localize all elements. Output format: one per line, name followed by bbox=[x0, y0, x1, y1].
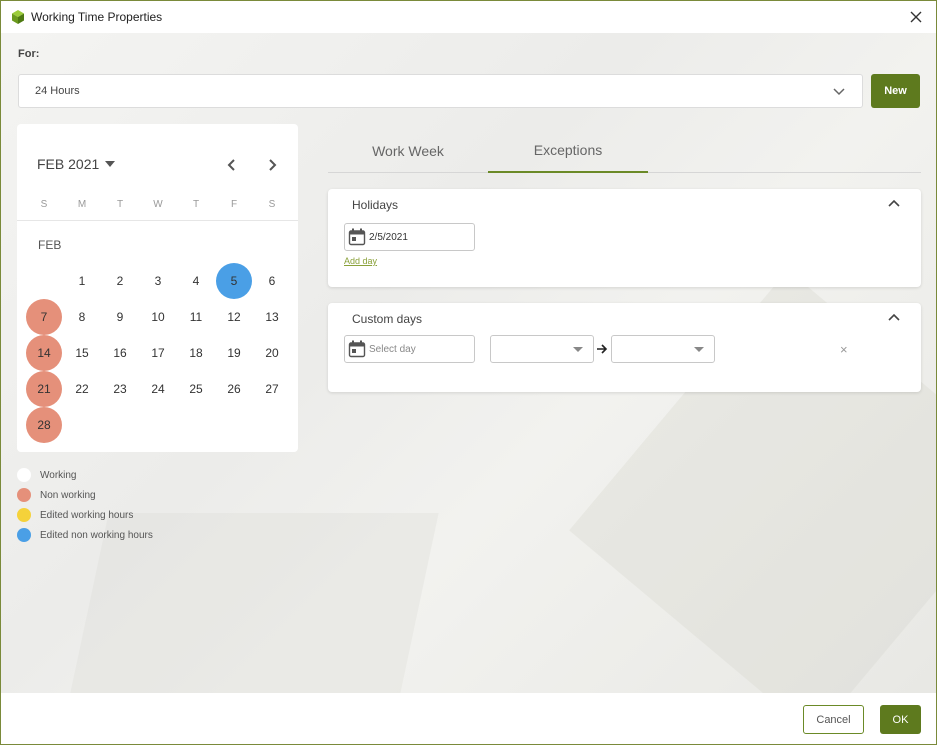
legend-dot-non-working bbox=[17, 488, 31, 502]
for-label: For: bbox=[18, 48, 40, 60]
calendar-day[interactable]: 18 bbox=[177, 335, 215, 371]
app-cube-icon bbox=[12, 10, 24, 24]
custom-days-panel: Custom days Select day × bbox=[328, 303, 921, 392]
calendar-day[interactable]: 1 bbox=[63, 263, 101, 299]
calendar-day[interactable]: 12 bbox=[215, 299, 253, 335]
calendar-day[interactable]: 17 bbox=[139, 335, 177, 371]
month-sub-label: FEB bbox=[38, 238, 62, 252]
calendar-select[interactable]: 24 Hours bbox=[18, 74, 863, 108]
calendar-day[interactable]: 11 bbox=[177, 299, 215, 335]
month-title: FEB 2021 bbox=[37, 156, 100, 172]
chevron-up-icon[interactable] bbox=[887, 197, 901, 209]
month-calendar: FEB 2021 S M T W T F S FEB 1 2 3 4 5 6 7… bbox=[17, 124, 298, 452]
ok-button[interactable]: OK bbox=[880, 705, 921, 734]
legend-item: Non working bbox=[17, 485, 153, 505]
add-day-link[interactable]: Add day bbox=[344, 256, 377, 266]
calendar-day[interactable]: 8 bbox=[63, 299, 101, 335]
arrow-right-icon bbox=[597, 344, 608, 354]
weekday-label: T bbox=[116, 199, 124, 210]
calendar-day[interactable]: 22 bbox=[63, 371, 101, 407]
calendar-select-value: 24 Hours bbox=[35, 85, 80, 97]
calendar-day[interactable]: 6 bbox=[253, 263, 291, 299]
remove-custom-day-button[interactable]: × bbox=[840, 342, 848, 357]
dialog-content: For: 24 Hours New FEB 2021 S M T W T F S bbox=[1, 33, 936, 744]
calendar-day-edited[interactable]: 5 bbox=[215, 263, 253, 299]
calendar-day[interactable]: 19 bbox=[215, 335, 253, 371]
calendar-day[interactable]: 13 bbox=[253, 299, 291, 335]
holidays-panel: Holidays 2/5/2021 Add day bbox=[328, 189, 921, 287]
divider bbox=[17, 220, 298, 221]
calendar-day[interactable]: 4 bbox=[177, 263, 215, 299]
close-button[interactable] bbox=[906, 7, 926, 27]
calendar-day-non-working[interactable]: 28 bbox=[25, 407, 63, 443]
legend-label: Edited non working hours bbox=[40, 529, 153, 541]
dropdown-arrow-icon bbox=[573, 347, 583, 352]
working-time-properties-dialog: Working Time Properties For: 24 Hours Ne… bbox=[0, 0, 937, 745]
calendar-day[interactable]: 25 bbox=[177, 371, 215, 407]
weekday-header: S M T W T F S bbox=[25, 199, 291, 210]
custom-day-placeholder: Select day bbox=[369, 343, 416, 355]
previous-month-button[interactable] bbox=[224, 157, 240, 173]
holiday-date-value: 2/5/2021 bbox=[369, 231, 408, 243]
start-time-select[interactable] bbox=[490, 335, 594, 363]
title-bar: Working Time Properties bbox=[1, 1, 936, 33]
calendar-day[interactable]: 24 bbox=[139, 371, 177, 407]
legend-dot-working bbox=[17, 468, 31, 482]
legend-dot-edited-non-working bbox=[17, 528, 31, 542]
weekday-label: S bbox=[268, 199, 276, 210]
legend-item: Edited working hours bbox=[17, 505, 153, 525]
chevron-down-icon bbox=[833, 88, 845, 96]
calendar-day-non-working[interactable]: 7 bbox=[25, 299, 63, 335]
legend-label: Non working bbox=[40, 489, 96, 501]
close-icon bbox=[910, 11, 922, 23]
holidays-title: Holidays bbox=[352, 198, 399, 212]
calendar-day[interactable]: 16 bbox=[101, 335, 139, 371]
caret-down-icon bbox=[105, 161, 116, 167]
calendar-day[interactable]: 27 bbox=[253, 371, 291, 407]
calendar-day[interactable]: 23 bbox=[101, 371, 139, 407]
legend-item: Working bbox=[17, 465, 153, 485]
cancel-button[interactable]: Cancel bbox=[803, 705, 864, 734]
window-title: Working Time Properties bbox=[31, 10, 163, 24]
custom-days-title: Custom days bbox=[352, 312, 423, 326]
weekday-label: S bbox=[40, 199, 48, 210]
end-time-select[interactable] bbox=[611, 335, 715, 363]
calendar-day-non-working[interactable]: 14 bbox=[25, 335, 63, 371]
legend-label: Edited working hours bbox=[40, 509, 134, 521]
next-month-button[interactable] bbox=[264, 157, 280, 173]
calendar-day[interactable]: 2 bbox=[101, 263, 139, 299]
weekday-label: T bbox=[192, 199, 200, 210]
new-button[interactable]: New bbox=[871, 74, 920, 108]
dropdown-arrow-icon bbox=[694, 347, 704, 352]
tab-exceptions[interactable]: Exceptions bbox=[488, 128, 648, 173]
dialog-footer: Cancel OK bbox=[1, 693, 936, 744]
weekday-label: F bbox=[230, 199, 238, 210]
calendar-day[interactable]: 26 bbox=[215, 371, 253, 407]
tab-bar: Work Week Exceptions bbox=[328, 128, 921, 173]
tab-work-week[interactable]: Work Week bbox=[328, 128, 488, 173]
calendar-day[interactable]: 10 bbox=[139, 299, 177, 335]
month-picker[interactable]: FEB 2021 bbox=[37, 156, 116, 172]
calendar-icon bbox=[348, 340, 366, 358]
weekday-label: M bbox=[77, 199, 87, 210]
custom-day-input[interactable]: Select day bbox=[344, 335, 475, 363]
legend-label: Working bbox=[40, 469, 77, 481]
calendar-legend: Working Non working Edited working hours… bbox=[17, 465, 153, 545]
weekday-label: W bbox=[153, 199, 163, 210]
calendar-day-non-working[interactable]: 21 bbox=[25, 371, 63, 407]
legend-dot-edited-working bbox=[17, 508, 31, 522]
holiday-date-input[interactable]: 2/5/2021 bbox=[344, 223, 475, 251]
calendar-day[interactable]: 3 bbox=[139, 263, 177, 299]
calendar-day[interactable]: 9 bbox=[101, 299, 139, 335]
calendar-day[interactable]: 20 bbox=[253, 335, 291, 371]
calendar-icon bbox=[348, 228, 366, 246]
legend-item: Edited non working hours bbox=[17, 525, 153, 545]
calendar-day[interactable]: 15 bbox=[63, 335, 101, 371]
chevron-up-icon[interactable] bbox=[887, 311, 901, 323]
